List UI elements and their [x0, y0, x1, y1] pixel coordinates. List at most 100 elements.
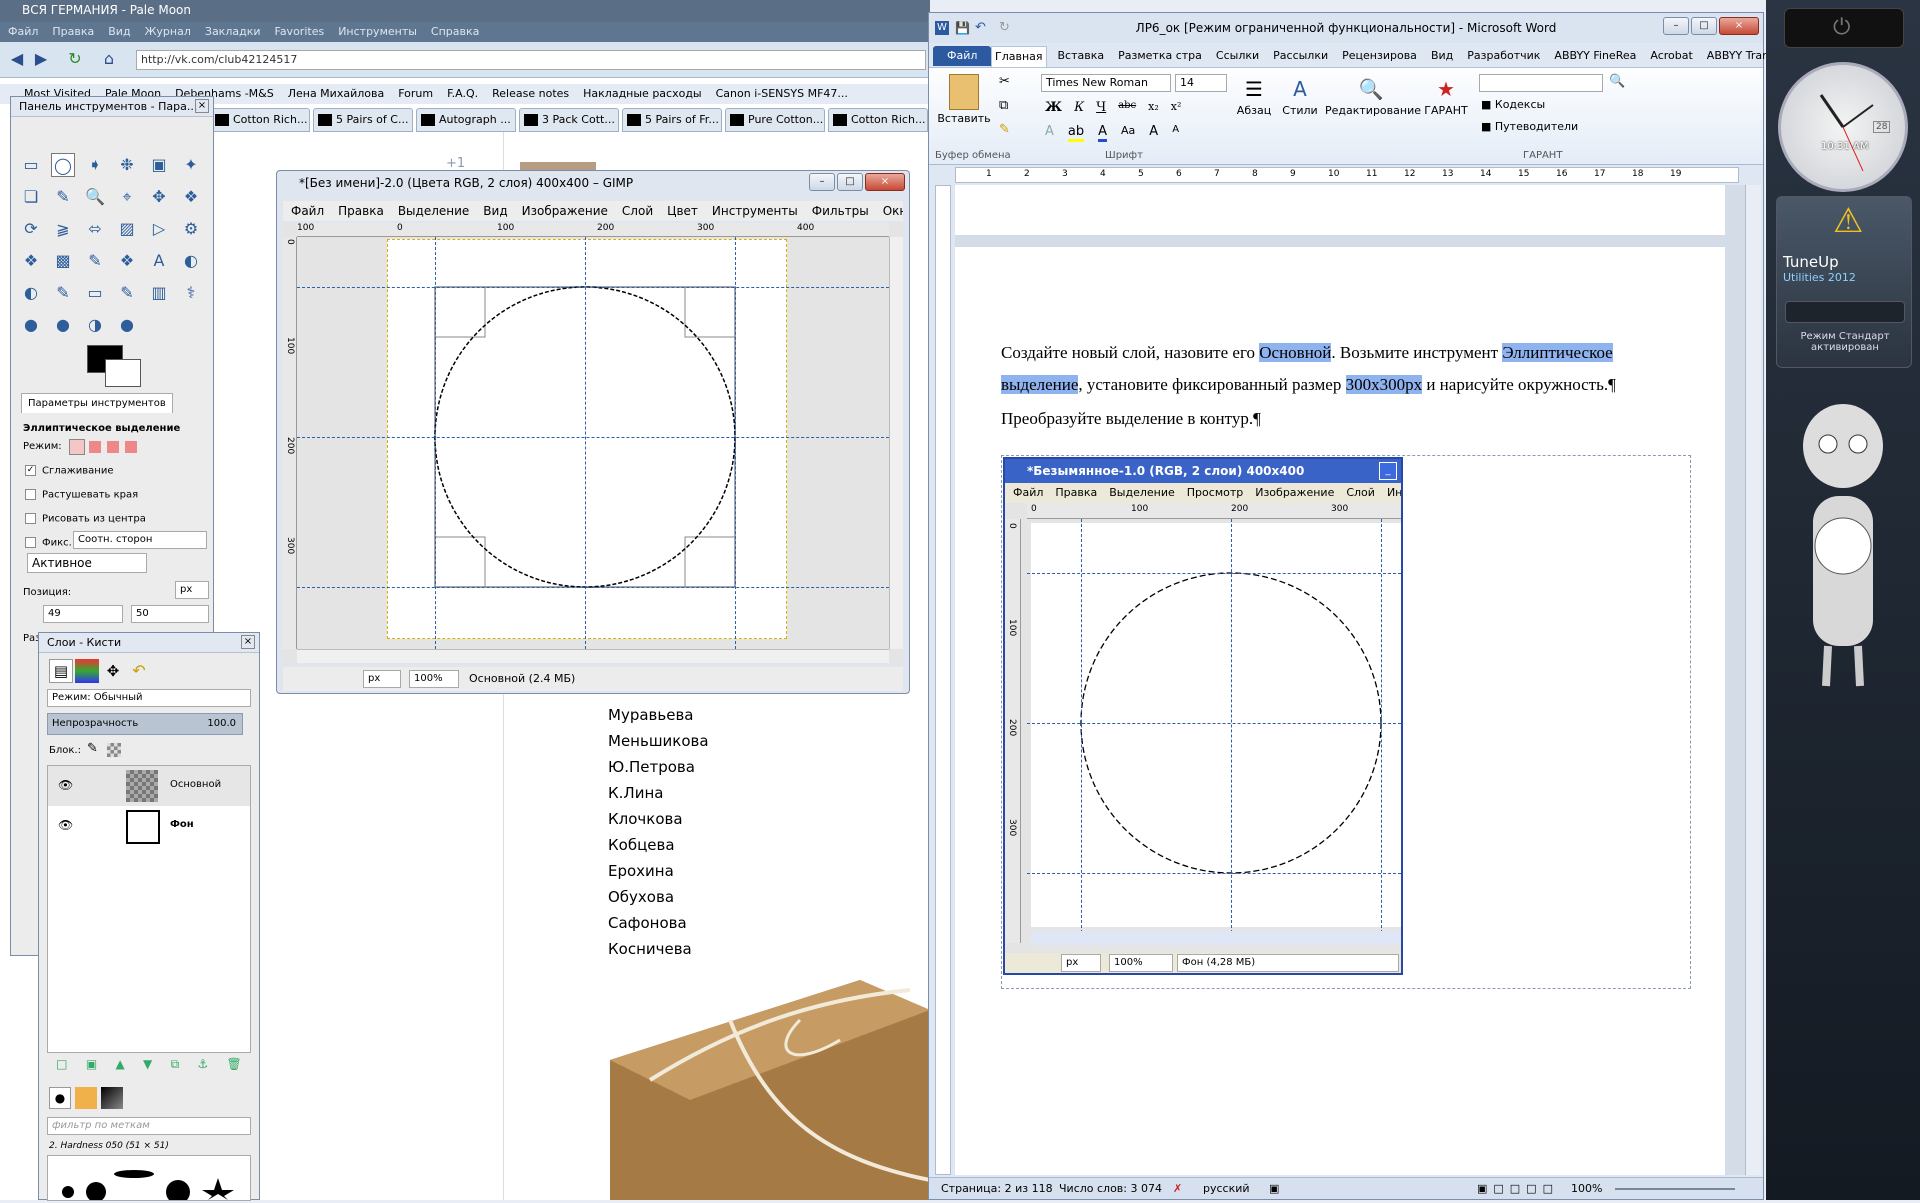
- zoom-slider[interactable]: [1615, 1188, 1735, 1190]
- scale-icon[interactable]: ⬄: [83, 217, 107, 241]
- fixed-select[interactable]: Соотн. сторон: [73, 531, 207, 549]
- align-icon[interactable]: ❖: [179, 185, 203, 209]
- highlight-button[interactable]: ab: [1067, 124, 1085, 142]
- menu-item[interactable]: Инструменты: [712, 201, 798, 221]
- tab-file[interactable]: Файл: [933, 46, 992, 66]
- macro-icon[interactable]: ▣: [1269, 1178, 1279, 1200]
- list-item[interactable]: Меньшикова: [608, 732, 709, 750]
- tab-gradients[interactable]: [101, 1087, 123, 1109]
- subscript-button[interactable]: x₂: [1148, 100, 1159, 115]
- mode-subtract-button[interactable]: [107, 441, 119, 453]
- search-icon[interactable]: 🔍: [1609, 74, 1625, 89]
- ribbon-tab[interactable]: Главная: [991, 46, 1047, 67]
- cut-icon[interactable]: ✂: [999, 74, 1010, 89]
- menu-item[interactable]: Справка: [431, 22, 479, 42]
- perspective-clone-icon[interactable]: ⚕: [179, 281, 203, 305]
- feather-checkbox[interactable]: Растушевать края: [25, 489, 138, 501]
- copy-icon[interactable]: ⧉: [999, 98, 1008, 113]
- eye-icon[interactable]: 👁: [58, 818, 73, 832]
- color-picker-icon[interactable]: ●: [115, 313, 139, 337]
- page-2[interactable]: Создайте новый слой, назовите его Основн…: [955, 247, 1725, 1175]
- status-zoom[interactable]: 100%: [1571, 1178, 1602, 1200]
- bookmark-item[interactable]: Release notes: [492, 84, 569, 104]
- close-button[interactable]: ×: [1719, 17, 1759, 35]
- close-button[interactable]: ×: [865, 173, 905, 191]
- rect-select-icon[interactable]: ▭: [19, 153, 43, 177]
- status-words[interactable]: Число слов: 3 074: [1059, 1178, 1162, 1200]
- anchor-icon[interactable]: ⚓: [197, 1057, 208, 1077]
- ribbon-tab[interactable]: Рассылки: [1270, 46, 1331, 67]
- delete-icon[interactable]: 🗑: [227, 1057, 242, 1077]
- tab-brushes[interactable]: ●: [49, 1087, 71, 1109]
- strike-button[interactable]: abc: [1118, 100, 1136, 115]
- eye-icon[interactable]: 👁: [58, 778, 73, 792]
- shear-icon[interactable]: ▨: [115, 217, 139, 241]
- close-icon[interactable]: ×: [241, 635, 255, 649]
- menu-item[interactable]: Выделение: [398, 201, 469, 221]
- list-item[interactable]: Кобцева: [608, 836, 675, 854]
- browser-tab[interactable]: Autograph ...: [416, 108, 516, 132]
- paragraph-1[interactable]: Создайте новый слой, назовите его Основн…: [1001, 337, 1691, 401]
- bookmark-item[interactable]: Лена Михайлова: [288, 84, 385, 104]
- layer-row-main[interactable]: 👁 Основной: [48, 766, 250, 806]
- save-icon[interactable]: 💾: [955, 21, 970, 35]
- close-icon[interactable]: ×: [195, 99, 209, 113]
- superscript-button[interactable]: x²: [1171, 100, 1182, 115]
- list-item[interactable]: Сафонова: [608, 914, 687, 932]
- styles-button[interactable]: A Стили: [1279, 74, 1321, 117]
- tab-layers[interactable]: ▤: [49, 659, 73, 683]
- measure-icon[interactable]: ⌖: [115, 185, 139, 209]
- browser-tab[interactable]: 5 Pairs of Fr...: [622, 108, 722, 132]
- menu-item[interactable]: Вид: [483, 201, 507, 221]
- lower-icon[interactable]: ▼: [143, 1057, 152, 1077]
- menu-item[interactable]: Инструменты: [338, 22, 417, 42]
- tab-paths[interactable]: ✥: [101, 659, 125, 683]
- ribbon-tab[interactable]: Разметка стра: [1115, 46, 1205, 67]
- url-field[interactable]: http://vk.com/club42124517: [136, 50, 926, 70]
- garant-button[interactable]: ★ ГАРАНТ: [1419, 74, 1473, 117]
- format-painter-icon[interactable]: ✎: [999, 122, 1010, 137]
- unit-select[interactable]: px: [363, 670, 401, 688]
- tab-patterns[interactable]: [75, 1087, 97, 1109]
- crop-icon[interactable]: ⟳: [19, 217, 43, 241]
- rotate-icon[interactable]: ⫺: [51, 217, 75, 241]
- active-field[interactable]: Активное: [27, 553, 147, 573]
- ribbon-tab[interactable]: Вид: [1428, 46, 1456, 67]
- vertical-scrollbar[interactable]: [889, 237, 903, 649]
- smudge-icon[interactable]: ●: [51, 313, 75, 337]
- view-buttons[interactable]: ▣□□□□: [1477, 1178, 1559, 1200]
- position-unit-select[interactable]: px: [175, 581, 209, 599]
- underline-button[interactable]: Ч: [1096, 100, 1106, 115]
- menu-item[interactable]: Файл: [291, 201, 324, 221]
- tab-tool-options[interactable]: Параметры инструментов: [21, 393, 173, 413]
- italic-button[interactable]: К: [1074, 100, 1084, 115]
- menu-item[interactable]: Фильтры: [812, 201, 869, 221]
- fixed-checkbox[interactable]: Фикс.:: [25, 537, 75, 549]
- bookmark-item[interactable]: Накладные расходы: [583, 84, 701, 104]
- word-vscrollbar[interactable]: [1745, 185, 1761, 1175]
- ellipse-select-icon[interactable]: ◯: [51, 153, 75, 177]
- zoom-select[interactable]: 100%: [409, 670, 459, 688]
- ribbon-tab[interactable]: Разработчик: [1464, 46, 1543, 67]
- open-icon[interactable]: ▣: [86, 1057, 97, 1077]
- lock-pixels-icon[interactable]: ✎: [87, 741, 98, 756]
- perspective-icon[interactable]: ▷: [147, 217, 171, 241]
- garant-search-field[interactable]: [1479, 74, 1603, 92]
- shrink-font-button[interactable]: A: [1172, 124, 1179, 142]
- minimize-button[interactable]: –: [809, 173, 835, 191]
- bookmark-item[interactable]: F.A.Q.: [447, 84, 478, 104]
- paragraph-button[interactable]: ☰ Абзац: [1233, 74, 1275, 117]
- browser-tab[interactable]: Cotton Rich...: [210, 108, 310, 132]
- kodeksy-link[interactable]: ■ Кодексы: [1481, 98, 1545, 111]
- flip-icon[interactable]: ⚙: [179, 217, 203, 241]
- maximize-button[interactable]: □: [1691, 17, 1717, 35]
- layer-mode-select[interactable]: Режим: Обычный: [47, 689, 251, 707]
- tuneup-gadget[interactable]: ⚠ TuneUp Utilities 2012 Режим Стандарт а…: [1776, 196, 1912, 368]
- eraser-icon[interactable]: ◐: [19, 281, 43, 305]
- list-item[interactable]: Муравьева: [608, 706, 693, 724]
- list-item[interactable]: Клочкова: [608, 810, 683, 828]
- menu-item[interactable]: Цвет: [667, 201, 698, 221]
- menu-item[interactable]: Изображение: [522, 201, 608, 221]
- magic-wand-icon[interactable]: ❉: [115, 153, 139, 177]
- zoom-icon[interactable]: 🔍: [83, 185, 107, 209]
